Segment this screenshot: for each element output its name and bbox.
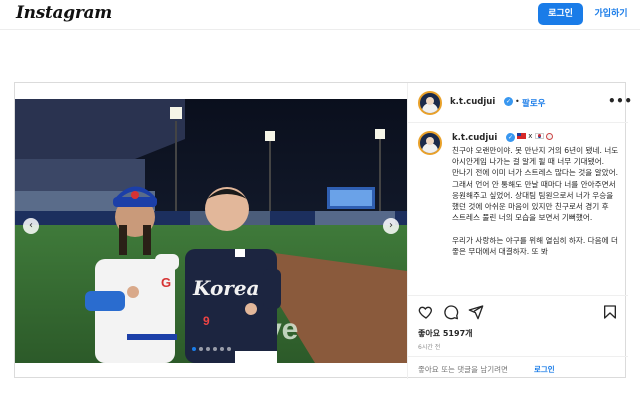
post-username[interactable]: k.t.cudjui bbox=[450, 97, 495, 107]
verified-icon: ✓ bbox=[504, 97, 513, 106]
instagram-logo[interactable]: Instagram bbox=[16, 3, 112, 23]
caption-avatar[interactable] bbox=[418, 131, 442, 155]
carousel-dot bbox=[226, 347, 231, 351]
caption-flags: x bbox=[517, 132, 553, 140]
baseball-icon bbox=[545, 132, 553, 140]
post-sidebar: k.t.cudjui ✓ • 팔로우 ••• k.t.cudjui ✓ x 친구… bbox=[407, 83, 632, 379]
jersey-number: 9 bbox=[203, 314, 210, 328]
svg-text:G: G bbox=[161, 275, 171, 290]
follow-button[interactable]: 팔로우 bbox=[522, 97, 545, 109]
carousel-dot bbox=[198, 347, 203, 351]
bookmark-icon[interactable] bbox=[602, 304, 618, 320]
stadium-photo: ve G Korea 9 bbox=[15, 99, 407, 363]
post-date[interactable]: 6시간 전 bbox=[418, 342, 440, 351]
caption-area: k.t.cudjui ✓ x 친구야 오랜만이야. 못 만난지 거의 6년이 됐… bbox=[408, 123, 628, 295]
login-prompt: 좋아요 또는 댓글을 남기려면 로그인 bbox=[408, 356, 628, 380]
post-photo[interactable]: ve G Korea 9 ‹ › bbox=[15, 99, 407, 363]
avatar[interactable] bbox=[418, 91, 442, 115]
heart-icon[interactable] bbox=[418, 304, 434, 320]
carousel-prev-button[interactable]: ‹ bbox=[23, 218, 39, 234]
carousel-next-button[interactable]: › bbox=[383, 218, 399, 234]
carousel-dot bbox=[191, 347, 196, 351]
post-header: k.t.cudjui ✓ • 팔로우 ••• bbox=[408, 83, 632, 123]
signup-link[interactable]: 가입하기 bbox=[588, 3, 634, 25]
login-prompt-text: 좋아요 또는 댓글을 남기려면 bbox=[418, 365, 508, 374]
caption-text: 친구야 오랜만이야. 못 만난지 거의 6년이 됐네. 너도 아시안게임 나가는… bbox=[452, 146, 619, 256]
more-icon[interactable]: ••• bbox=[608, 94, 633, 108]
comment-icon[interactable] bbox=[443, 304, 459, 320]
carousel-dots bbox=[191, 347, 231, 353]
top-nav: Instagram 로그인 가입하기 bbox=[0, 0, 640, 30]
separator-dot: • bbox=[515, 97, 520, 106]
jersey-lettering: Korea bbox=[192, 276, 260, 300]
post-actions: 좋아요 5197개 6시간 전 좋아요 또는 댓글을 남기려면 로그인 bbox=[408, 295, 628, 379]
carousel-dot bbox=[205, 347, 210, 351]
carousel-dot bbox=[219, 347, 224, 351]
share-icon[interactable] bbox=[468, 304, 484, 320]
carousel-dot bbox=[212, 347, 217, 351]
post-card: ve G Korea 9 ‹ › k.t.cudjui ✓ • 팔로우 ••• … bbox=[14, 82, 632, 379]
login-prompt-link[interactable]: 로그인 bbox=[534, 364, 555, 375]
login-button[interactable]: 로그인 bbox=[538, 3, 583, 25]
verified-icon: ✓ bbox=[506, 133, 515, 142]
like-count[interactable]: 좋아요 5197개 bbox=[418, 328, 473, 339]
taiwan-flag-icon bbox=[517, 133, 526, 139]
flags-x: x bbox=[528, 132, 533, 140]
caption-username[interactable]: k.t.cudjui bbox=[452, 133, 497, 143]
korea-flag-icon bbox=[534, 133, 544, 139]
